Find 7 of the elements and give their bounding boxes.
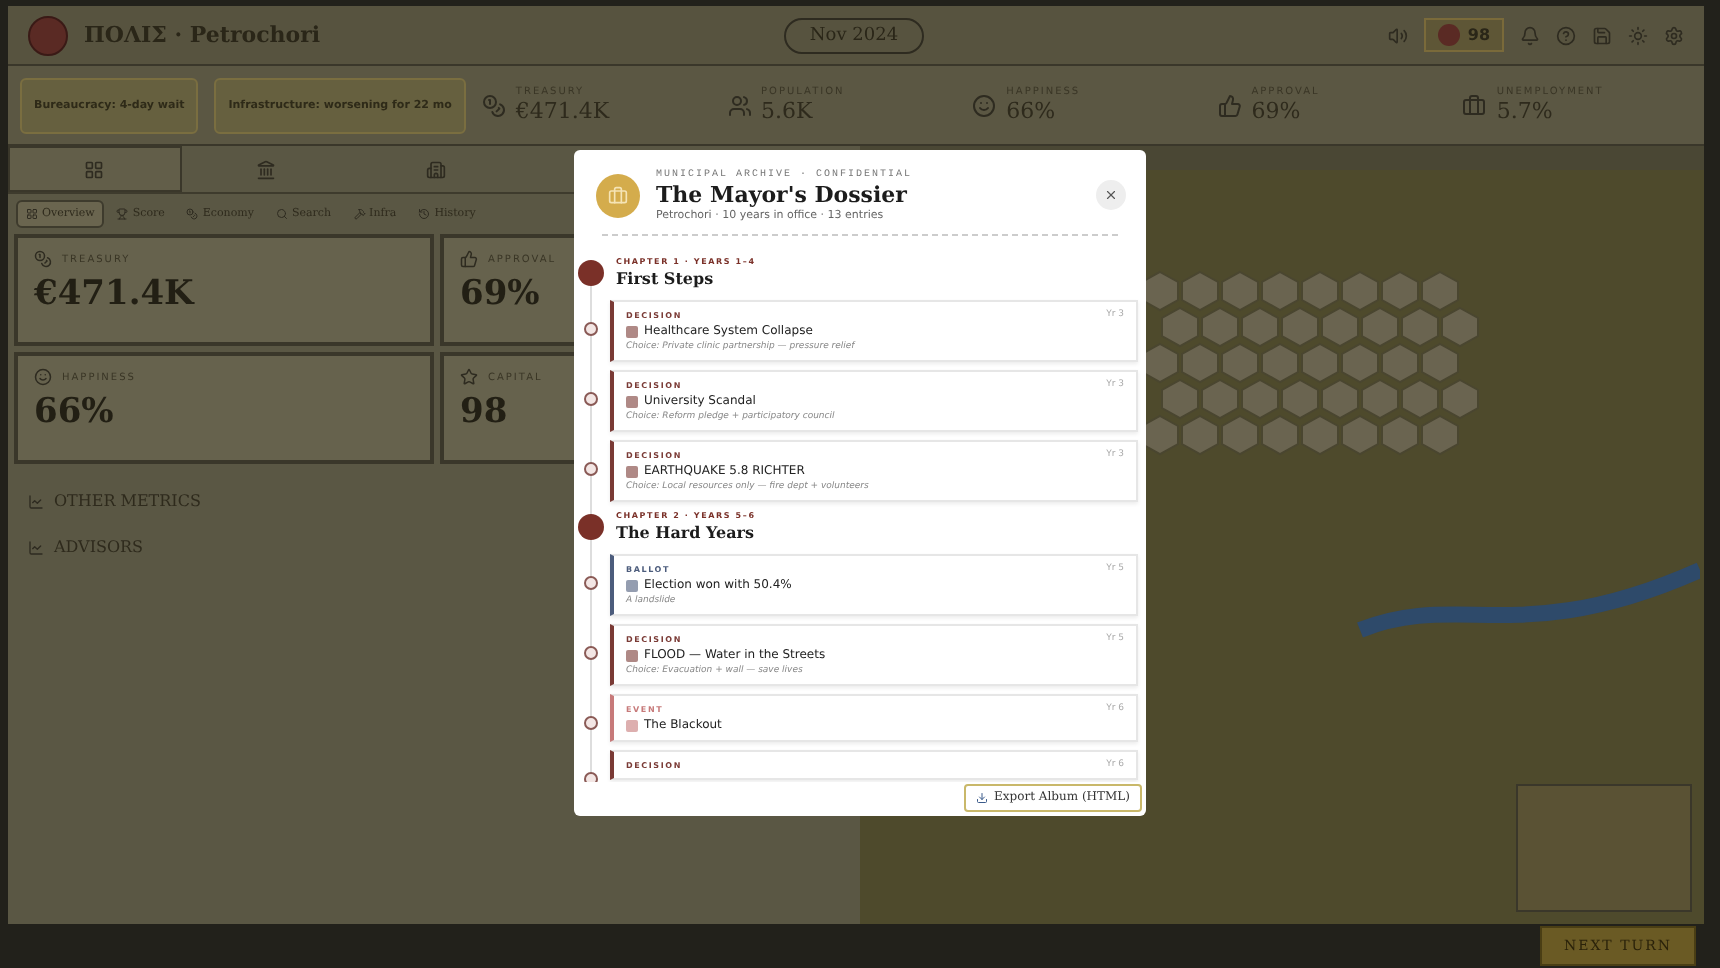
chapter-title: First Steps (616, 268, 716, 288)
metric-value: 66% (34, 392, 114, 432)
chapter-title: The Hard Years (616, 522, 756, 542)
metric-value: 98 (460, 392, 508, 432)
metric-value: €471.4K (34, 274, 194, 314)
metric-value: 69% (460, 274, 540, 314)
dialog-title: The Mayor's Dossier (656, 182, 909, 208)
